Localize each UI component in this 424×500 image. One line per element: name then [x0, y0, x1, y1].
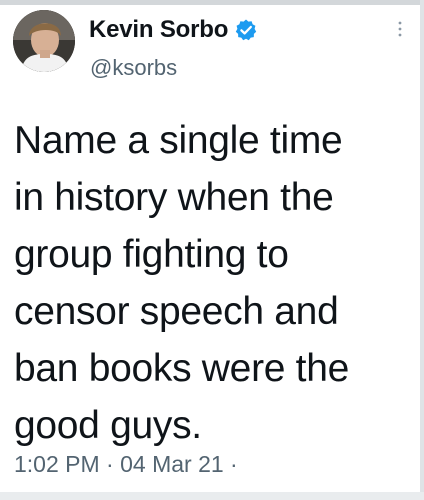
author-handle[interactable]: @ksorbs: [90, 55, 177, 81]
tweet-text-line: Name a single time: [14, 119, 343, 162]
tweet-text-line: censor speech and: [14, 290, 339, 333]
tweet-text-line: ban books were the: [14, 347, 349, 390]
author-display-name[interactable]: Kevin Sorbo: [89, 16, 228, 44]
tweet-text-line: good guys.: [14, 404, 202, 447]
top-border: [0, 0, 424, 5]
tweet-timestamp[interactable]: 1:02 PM · 04 Mar 21 ·: [14, 451, 238, 478]
divider: [0, 492, 424, 500]
scrollbar-track[interactable]: [420, 0, 424, 500]
author-name-row: Kevin Sorbo: [89, 14, 258, 46]
tweet-text-line: group fighting to: [14, 233, 289, 276]
tweet-text-line: in history when the: [14, 176, 334, 219]
verified-badge-icon: [234, 18, 258, 42]
more-options-icon[interactable]: [396, 20, 404, 40]
avatar[interactable]: [13, 10, 75, 72]
tweet-text: Name a single time in history when the g…: [14, 112, 414, 454]
